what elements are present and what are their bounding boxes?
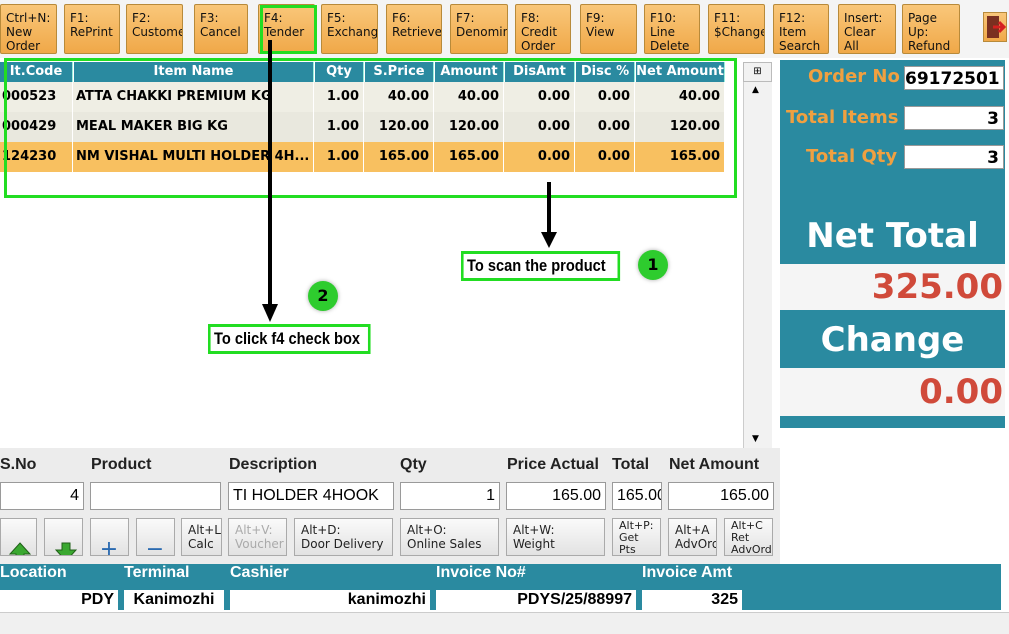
invoice-amt-value: 325 [642,590,742,610]
description-label: Description [229,456,318,473]
step-2-badge: 2 [308,281,338,311]
plus-icon: + [99,537,119,556]
scan-product-callout: To scan the product [461,251,621,281]
status-footer: Location Terminal Cashier Invoice No# In… [0,564,1001,610]
arrow-head-f4 [262,304,278,322]
minus-icon: − [145,537,165,556]
sno-field[interactable]: 4 [0,482,84,510]
step-1-badge: 1 [638,250,668,280]
sno-label: S.No [0,456,37,473]
product-input[interactable] [90,482,221,510]
qty-label: Qty [400,456,427,473]
invoice-no-label: Invoice No# [436,564,526,581]
invoice-amt-label: Invoice Amt [642,564,733,581]
adv-order-button[interactable]: Alt+A AdvOrd [668,518,717,556]
net-amount-label: Net Amount [669,456,760,473]
weight-button[interactable]: Alt+W: Weight [506,518,605,556]
location-label: Location [0,564,67,581]
product-label: Product [91,456,152,473]
click-f4-callout: To click f4 check box [208,324,371,354]
status-strip [0,612,1009,634]
total-field[interactable]: 165.00 [612,482,662,510]
net-amount-field[interactable]: 165.00 [668,482,774,510]
invoice-no-value: PDYS/25/88997 [436,590,636,610]
terminal-label: Terminal [124,564,190,581]
arrow-down-icon [54,542,78,555]
qty-input[interactable]: 1 [400,482,500,510]
terminal-value: Kanimozhi [124,590,224,610]
subtract-qty-button[interactable]: − [136,518,175,556]
price-actual-label: Price Actual [507,456,599,473]
total-label: Total [612,456,650,473]
get-points-button[interactable]: Alt+P: Get Pts [612,518,661,556]
calc-button[interactable]: Alt+L: Calc [181,518,222,556]
door-delivery-button[interactable]: Alt+D: Door Delivery [294,518,393,556]
cashier-value: kanimozhi [230,590,430,610]
online-sales-button[interactable]: Alt+O: Online Sales [400,518,499,556]
arrow-head-grid [541,232,557,248]
voucher-button[interactable]: Alt+V: Voucher [228,518,287,556]
move-up-button[interactable] [0,518,37,556]
location-value: PDY [0,590,118,610]
arrow-up-icon [8,542,32,555]
cashier-label: Cashier [230,564,289,581]
move-down-button[interactable] [44,518,83,556]
description-field[interactable]: TI HOLDER 4HOOK [228,482,394,510]
price-actual-field[interactable]: 165.00 [506,482,606,510]
add-qty-button[interactable]: + [90,518,129,556]
return-adv-order-button[interactable]: Alt+C Ret AdvOrd [724,518,773,556]
